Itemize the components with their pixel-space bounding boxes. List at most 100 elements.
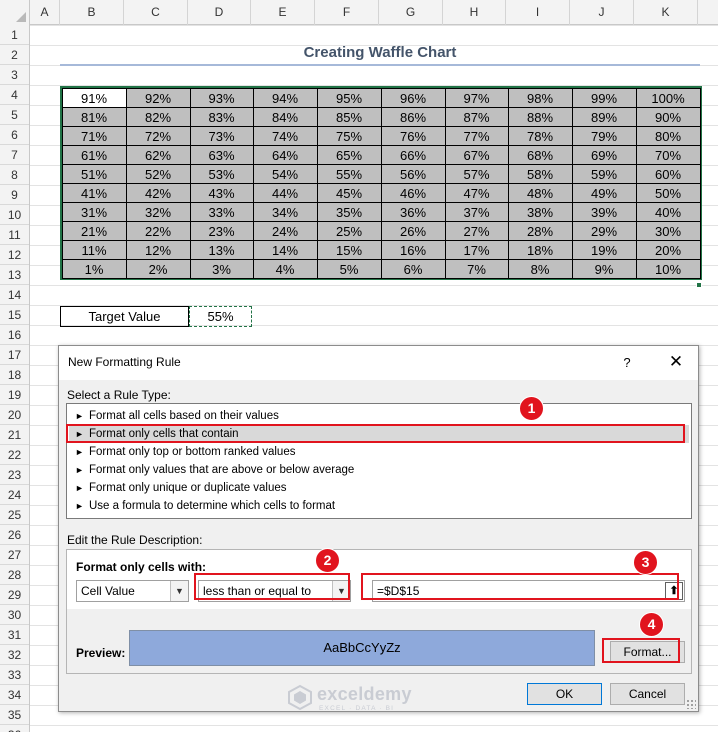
waffle-cell[interactable]: 66% — [380, 144, 446, 165]
row-header-28[interactable]: 28 — [0, 565, 29, 585]
waffle-cell[interactable]: 87% — [444, 106, 509, 127]
row-header-24[interactable]: 24 — [0, 485, 29, 505]
resize-grip-icon[interactable] — [686, 699, 696, 709]
waffle-cell[interactable]: 69% — [571, 144, 637, 165]
rule-type-list[interactable]: ► Format all cells based on their values ►… — [66, 403, 692, 519]
column-header-a[interactable]: A — [30, 0, 60, 25]
rule-type-item[interactable]: ► Format only unique or duplicate values — [69, 479, 689, 497]
waffle-cell[interactable]: 77% — [444, 125, 509, 146]
waffle-cell[interactable]: 17% — [444, 239, 509, 260]
row-header-2[interactable]: 2 — [0, 45, 29, 65]
waffle-cell[interactable]: 53% — [189, 163, 254, 184]
waffle-cell[interactable]: 1% — [61, 258, 127, 279]
waffle-cell[interactable]: 44% — [252, 182, 318, 203]
waffle-cell[interactable]: 88% — [507, 106, 573, 127]
rule-type-item[interactable]: ► Format only values that are above or be… — [69, 461, 689, 479]
column-header-h[interactable]: H — [443, 0, 506, 25]
cancel-button[interactable]: Cancel — [610, 683, 685, 705]
waffle-cell[interactable]: 13% — [189, 239, 254, 260]
waffle-cell[interactable]: 25% — [316, 220, 382, 241]
target-value-cell[interactable]: 55% — [189, 306, 252, 327]
waffle-cell[interactable]: 32% — [125, 201, 191, 222]
waffle-cell[interactable]: 62% — [125, 144, 191, 165]
row-header-19[interactable]: 19 — [0, 385, 29, 405]
row-header-6[interactable]: 6 — [0, 125, 29, 145]
row-header-25[interactable]: 25 — [0, 505, 29, 525]
waffle-cell[interactable]: 73% — [189, 125, 254, 146]
waffle-cell[interactable]: 29% — [571, 220, 637, 241]
waffle-chart-range[interactable]: 91% 92% 93% 94% 95% 96% 97% 98% 99% 100% 81% 82% 83%… — [60, 86, 702, 280]
waffle-cell[interactable]: 3% — [189, 258, 254, 279]
ok-button[interactable]: OK — [527, 683, 602, 705]
row-header-36[interactable]: 36 — [0, 725, 29, 732]
waffle-cell[interactable]: 46% — [380, 182, 446, 203]
waffle-cell[interactable]: 78% — [507, 125, 573, 146]
row-header-5[interactable]: 5 — [0, 105, 29, 125]
rule-type-item[interactable]: ► Use a formula to determine which cells … — [69, 497, 689, 515]
column-header-c[interactable]: C — [124, 0, 188, 25]
waffle-cell[interactable]: 81% — [61, 106, 127, 127]
waffle-cell[interactable]: 76% — [380, 125, 446, 146]
waffle-cell[interactable]: 16% — [380, 239, 446, 260]
row-header-32[interactable]: 32 — [0, 645, 29, 665]
waffle-cell[interactable]: 23% — [189, 220, 254, 241]
condition-type-dropdown[interactable]: Cell Value ▼ — [76, 580, 189, 602]
waffle-cell[interactable]: 40% — [635, 201, 701, 222]
waffle-cell[interactable]: 55% — [316, 163, 382, 184]
rule-type-item[interactable]: ► Format only top or bottom ranked values — [69, 443, 689, 461]
column-header-d[interactable]: D — [188, 0, 251, 25]
row-header-7[interactable]: 7 — [0, 145, 29, 165]
waffle-cell[interactable]: 21% — [61, 220, 127, 241]
waffle-cell[interactable]: 19% — [571, 239, 637, 260]
column-header-e[interactable]: E — [251, 0, 315, 25]
waffle-cell[interactable]: 36% — [380, 201, 446, 222]
waffle-cell[interactable]: 18% — [507, 239, 573, 260]
waffle-cell[interactable]: 79% — [571, 125, 637, 146]
row-header-34[interactable]: 34 — [0, 685, 29, 705]
row-header-23[interactable]: 23 — [0, 465, 29, 485]
chevron-down-icon[interactable]: ▼ — [170, 581, 188, 601]
waffle-cell[interactable]: 50% — [635, 182, 701, 203]
row-header-30[interactable]: 30 — [0, 605, 29, 625]
waffle-cell[interactable]: 8% — [507, 258, 573, 279]
waffle-cell[interactable]: 48% — [507, 182, 573, 203]
waffle-cell[interactable]: 61% — [61, 144, 127, 165]
row-header-35[interactable]: 35 — [0, 705, 29, 725]
waffle-cell[interactable]: 38% — [507, 201, 573, 222]
waffle-cell[interactable]: 14% — [252, 239, 318, 260]
row-header-15[interactable]: 15 — [0, 305, 29, 325]
waffle-cell[interactable]: 92% — [125, 87, 191, 108]
row-header-21[interactable]: 21 — [0, 425, 29, 445]
waffle-cell[interactable]: 7% — [444, 258, 509, 279]
waffle-cell[interactable]: 56% — [380, 163, 446, 184]
row-header-27[interactable]: 27 — [0, 545, 29, 565]
row-header-11[interactable]: 11 — [0, 225, 29, 245]
waffle-cell[interactable]: 5% — [316, 258, 382, 279]
row-header-13[interactable]: 13 — [0, 265, 29, 285]
waffle-cell[interactable]: 54% — [252, 163, 318, 184]
waffle-cell[interactable]: 42% — [125, 182, 191, 203]
column-header-g[interactable]: G — [379, 0, 443, 25]
column-header-b[interactable]: B — [60, 0, 124, 25]
waffle-cell[interactable]: 83% — [189, 106, 254, 127]
waffle-cell[interactable]: 2% — [125, 258, 191, 279]
waffle-cell[interactable]: 24% — [252, 220, 318, 241]
column-header-i[interactable]: I — [506, 0, 570, 25]
waffle-cell[interactable]: 74% — [252, 125, 318, 146]
row-header-12[interactable]: 12 — [0, 245, 29, 265]
row-header-3[interactable]: 3 — [0, 65, 29, 85]
waffle-cell[interactable]: 11% — [61, 239, 127, 260]
waffle-cell[interactable]: 85% — [316, 106, 382, 127]
waffle-cell[interactable]: 86% — [380, 106, 446, 127]
waffle-cell[interactable]: 22% — [125, 220, 191, 241]
row-header-20[interactable]: 20 — [0, 405, 29, 425]
waffle-cell[interactable]: 67% — [444, 144, 509, 165]
column-header-j[interactable]: J — [570, 0, 634, 25]
waffle-cell[interactable]: 97% — [444, 87, 509, 108]
waffle-cell[interactable]: 68% — [507, 144, 573, 165]
waffle-cell[interactable]: 100% — [635, 87, 701, 108]
waffle-cell[interactable]: 49% — [571, 182, 637, 203]
waffle-cell[interactable]: 98% — [507, 87, 573, 108]
waffle-cell[interactable]: 10% — [635, 258, 701, 279]
waffle-cell[interactable]: 99% — [571, 87, 637, 108]
